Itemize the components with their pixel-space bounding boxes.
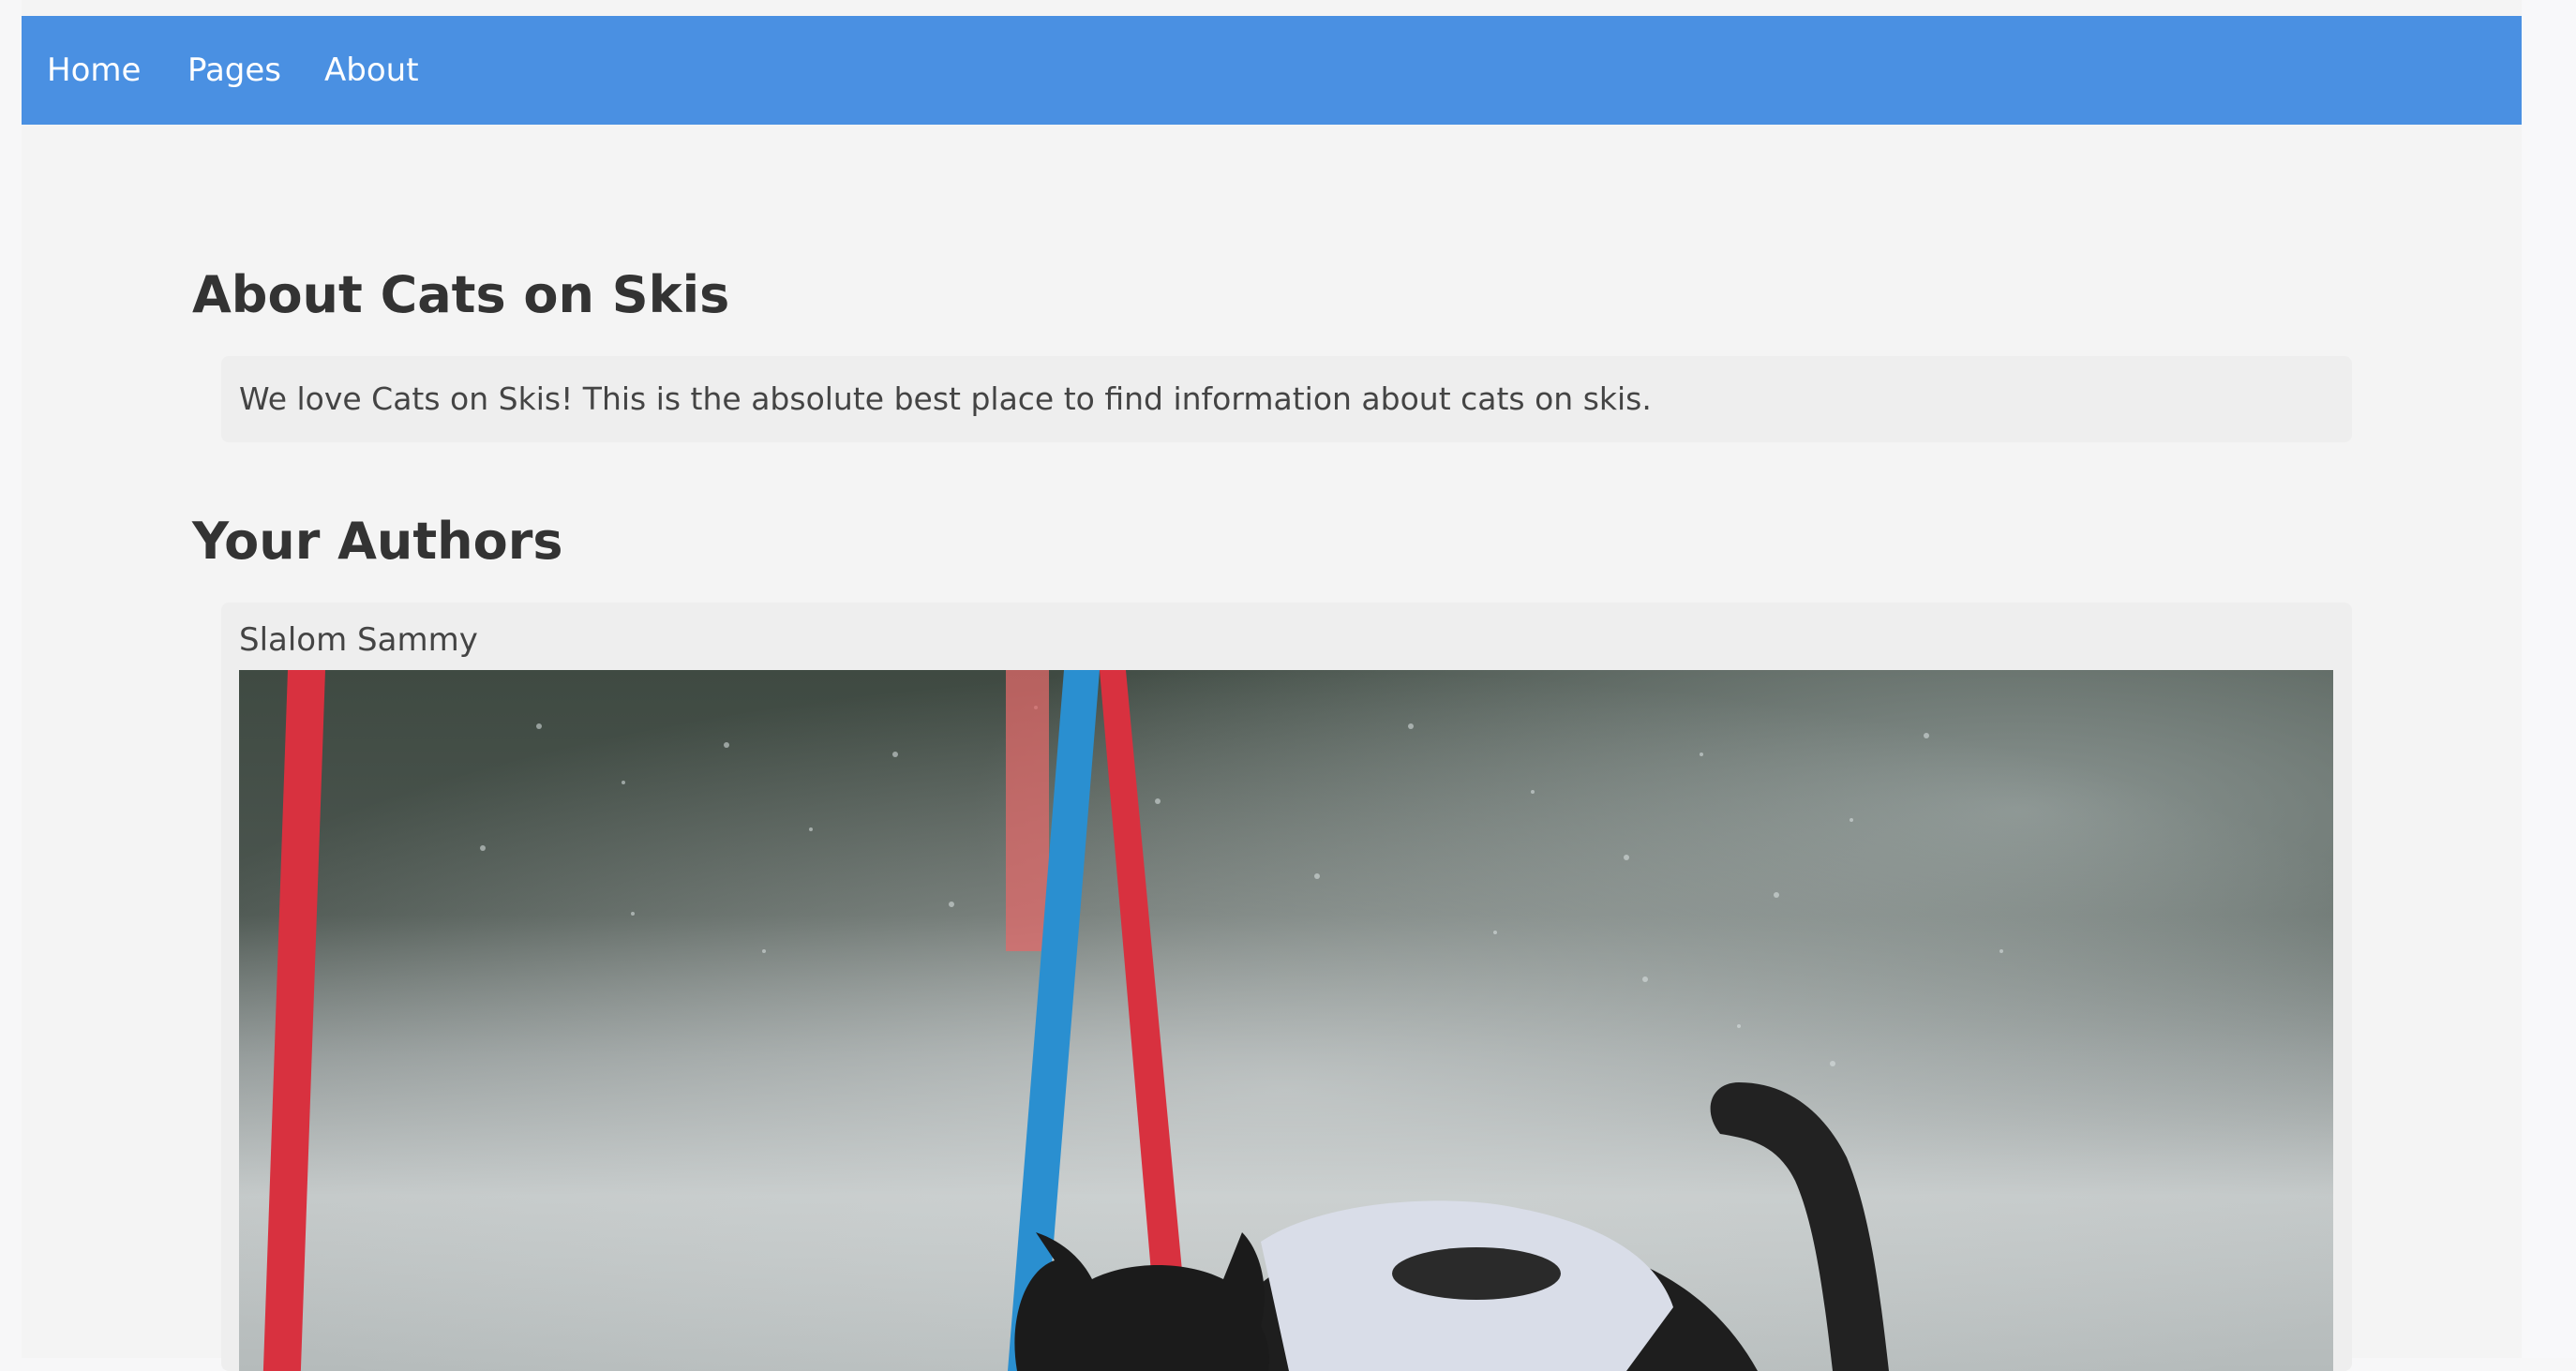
about-description-text: We love Cats on Skis! This is the absolu… (239, 380, 1652, 417)
scrollbar-gutter (2522, 0, 2576, 1358)
about-description-box: We love Cats on Skis! This is the absolu… (221, 356, 2352, 442)
top-navbar: Home Pages About (22, 16, 2522, 125)
author-card: Slalom Sammy (221, 603, 2352, 1371)
authors-heading: Your Authors (192, 512, 563, 571)
photo-illustration (239, 670, 2333, 1371)
nav-link-pages[interactable]: Pages (187, 16, 281, 125)
about-heading: About Cats on Skis (192, 265, 730, 324)
cat-skiing-photo (239, 670, 2333, 1371)
author-name: Slalom Sammy (239, 621, 478, 659)
nav-link-about[interactable]: About (324, 16, 419, 125)
nav-link-home[interactable]: Home (47, 16, 141, 125)
